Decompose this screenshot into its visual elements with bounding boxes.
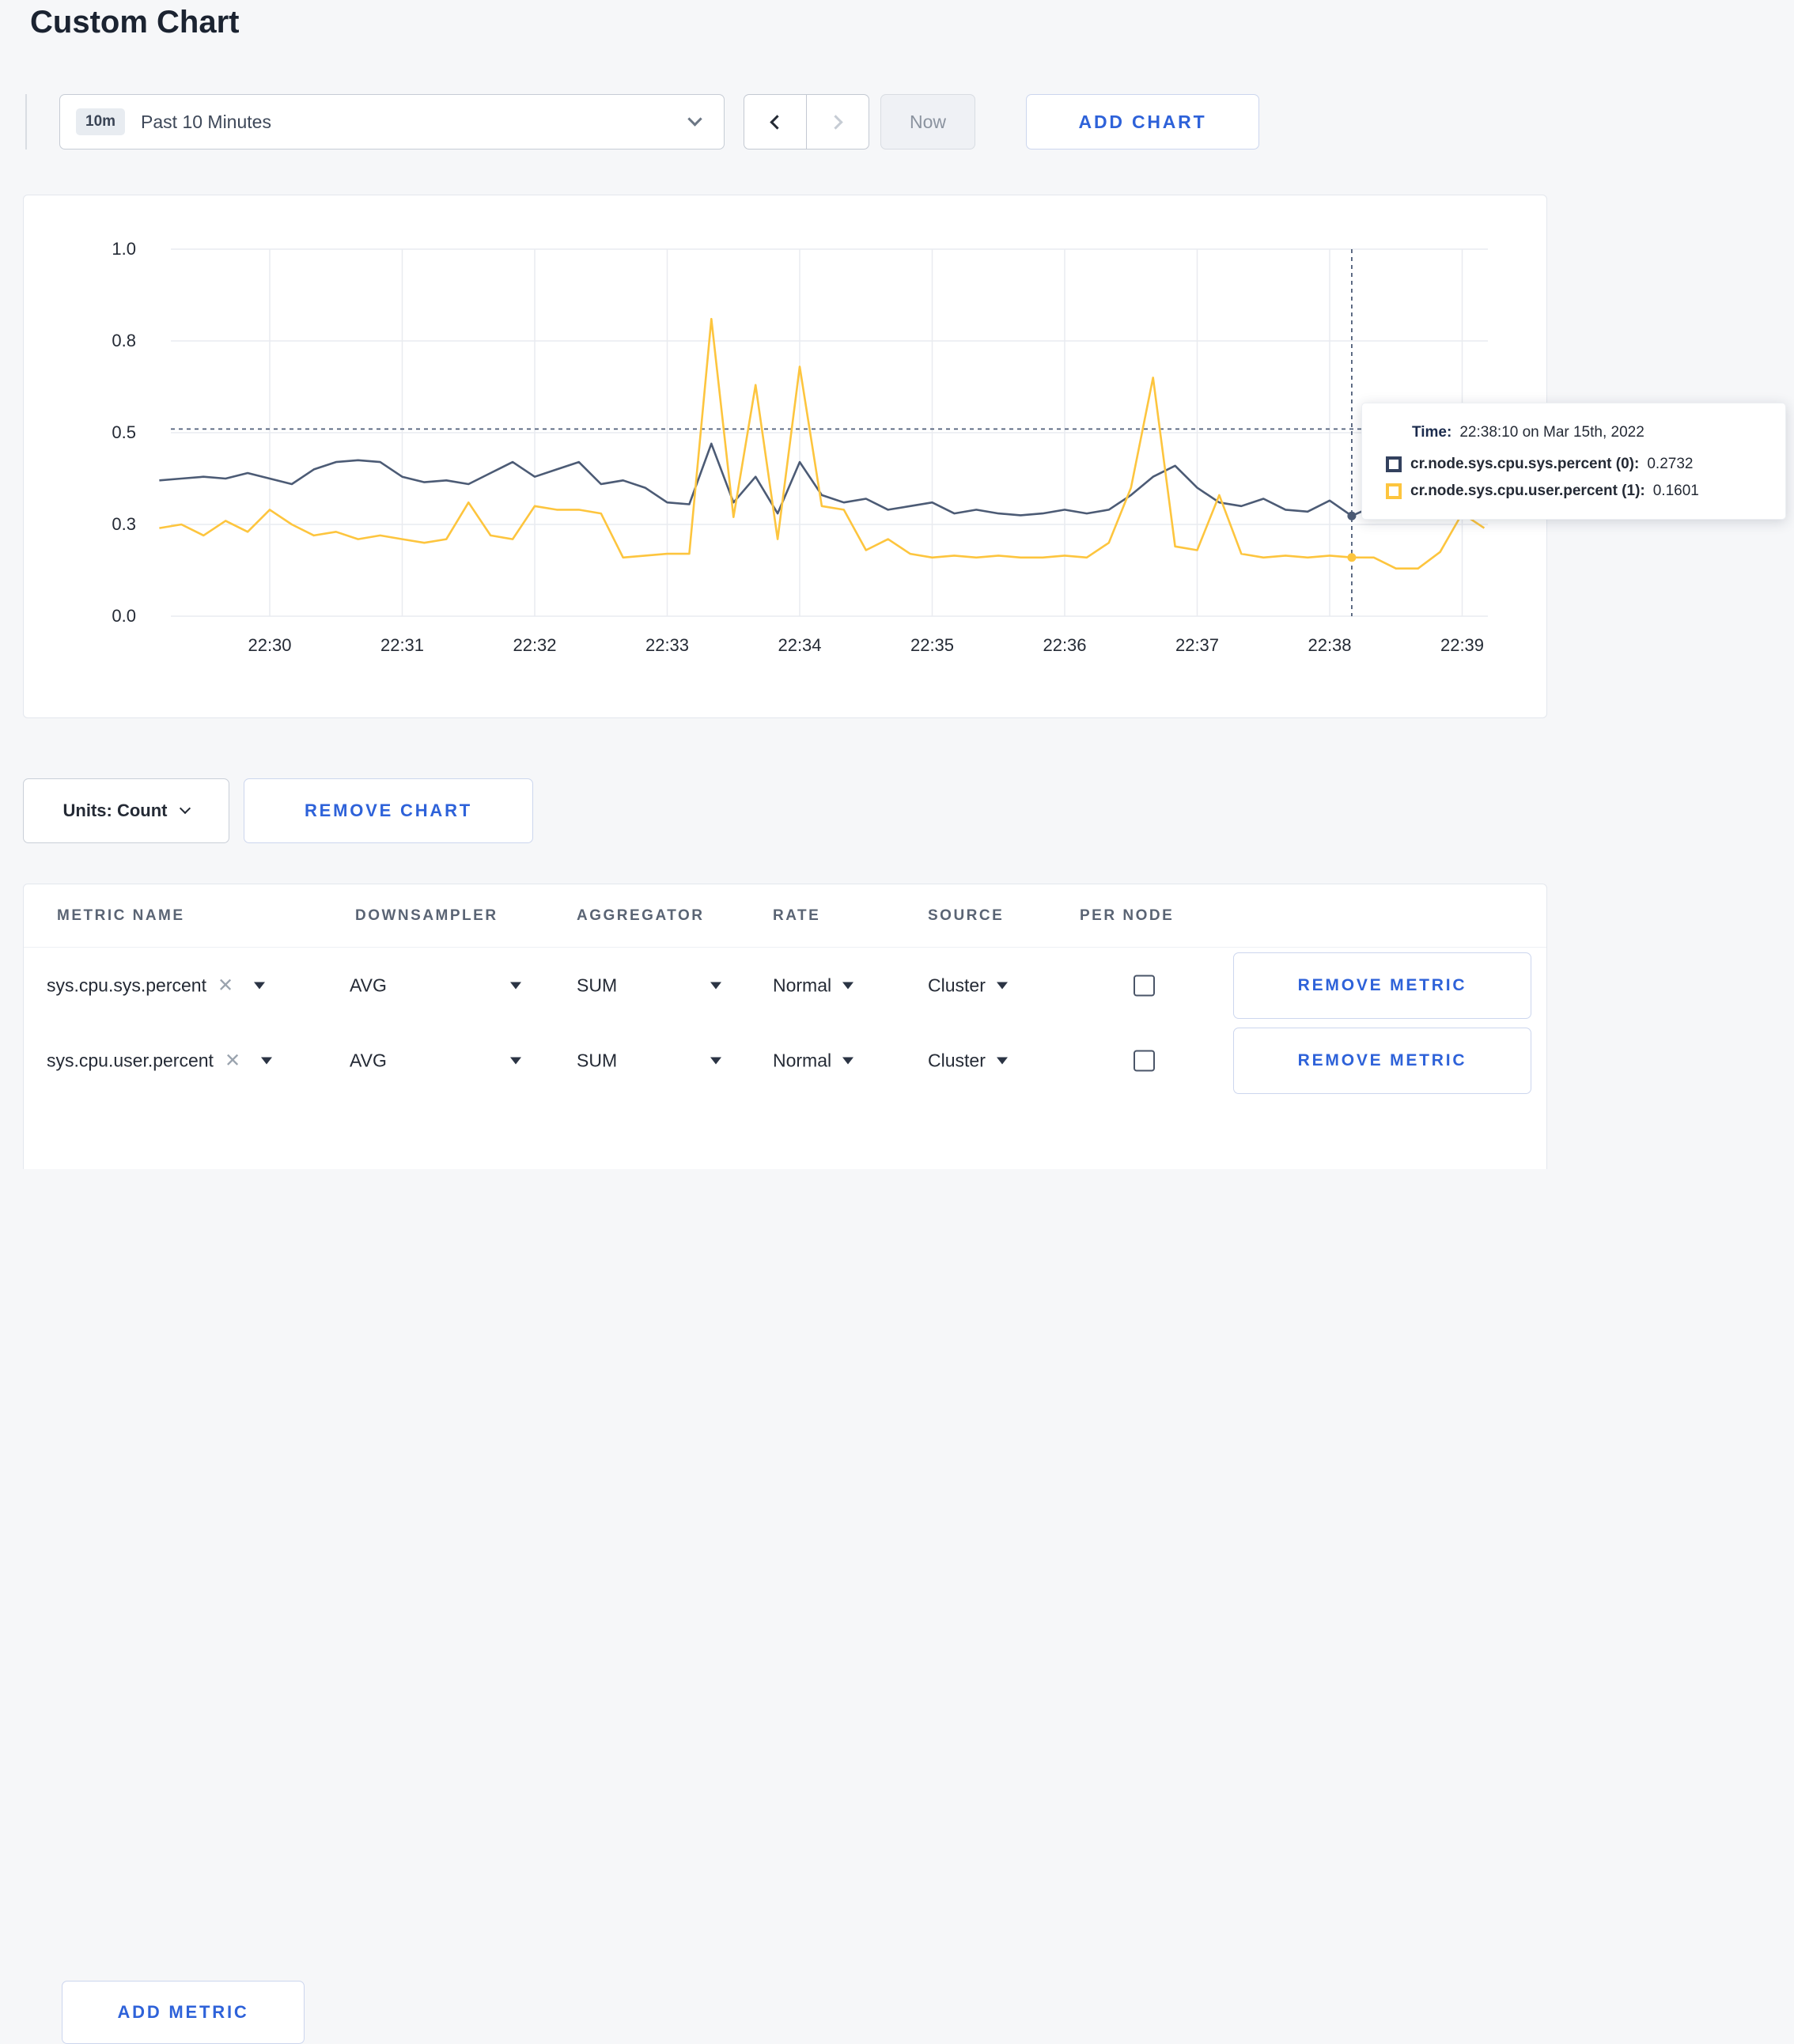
- timeframe-nav: [744, 94, 869, 150]
- tooltip-series-value: 0.1601: [1652, 483, 1699, 499]
- clear-icon[interactable]: ✕: [218, 974, 233, 997]
- metric-name-select[interactable]: sys.cpu.sys.percent ✕: [47, 974, 266, 997]
- y-axis-tick-label: 0.8: [112, 331, 136, 350]
- add-chart-button[interactable]: ADD CHART: [1026, 94, 1259, 150]
- aggregator-value: SUM: [577, 1050, 618, 1070]
- chevron-left-icon: [770, 114, 785, 130]
- per-node-checkbox[interactable]: [1134, 975, 1155, 996]
- page-title: Custom Chart: [30, 5, 240, 40]
- metric-name-select[interactable]: sys.cpu.user.percent ✕: [47, 1049, 273, 1072]
- metrics-table: METRIC NAME DOWNSAMPLER AGGREGATOR RATE …: [23, 884, 1547, 2044]
- tooltip-time-value: 22:38:10 on Mar 15th, 2022: [1459, 424, 1644, 441]
- per-node-cell: [1134, 975, 1155, 996]
- remove-metric-button[interactable]: REMOVE METRIC: [1233, 952, 1531, 1019]
- y-axis-tick-label: 0.0: [112, 606, 136, 626]
- aggregator-select[interactable]: SUM: [577, 975, 721, 996]
- downsampler-value: AVG: [350, 975, 387, 995]
- y-axis-tick-label: 0.3: [112, 514, 136, 534]
- rate-select[interactable]: Normal: [773, 1050, 854, 1071]
- prev-timeframe-button[interactable]: [744, 94, 807, 150]
- source-select[interactable]: Cluster: [928, 975, 1008, 996]
- metric-name-value: sys.cpu.sys.percent: [47, 975, 206, 995]
- add-metric-button[interactable]: ADD METRIC: [62, 1981, 305, 2044]
- rate-select[interactable]: Normal: [773, 975, 854, 996]
- series-color-swatch-user: [1386, 483, 1402, 499]
- col-header-metric-name: METRIC NAME: [57, 907, 185, 924]
- caret-down-icon: [842, 982, 854, 989]
- caret-down-icon: [510, 982, 521, 989]
- metrics-table-header: METRIC NAME DOWNSAMPLER AGGREGATOR RATE …: [24, 884, 1546, 948]
- units-label: Units: Count: [62, 801, 168, 820]
- chevron-down-icon: [180, 802, 191, 814]
- caret-down-icon: [710, 982, 721, 989]
- aggregator-select[interactable]: SUM: [577, 1050, 721, 1071]
- timeframe-label: Past 10 Minutes: [141, 111, 271, 132]
- rate-value: Normal: [773, 1050, 832, 1070]
- tooltip-time-label: Time:: [1412, 424, 1452, 441]
- series-color-swatch-sys: [1386, 456, 1402, 472]
- x-axis-tick-label: 22:30: [248, 635, 292, 655]
- remove-chart-button[interactable]: REMOVE CHART: [244, 778, 533, 843]
- next-timeframe-button[interactable]: [805, 94, 869, 150]
- x-axis-tick-label: 22:37: [1175, 635, 1220, 655]
- metric-row: sys.cpu.user.percent ✕ AVG SUM Normal Cl…: [24, 1023, 1546, 1098]
- x-axis-tick-label: 22:39: [1440, 635, 1485, 655]
- timeframe-select[interactable]: 10m Past 10 Minutes: [59, 94, 725, 150]
- caret-down-icon: [261, 1057, 273, 1064]
- caret-down-icon: [996, 982, 1008, 989]
- y-axis-tick-label: 1.0: [112, 239, 136, 259]
- caret-down-icon: [996, 1057, 1008, 1064]
- col-header-source: SOURCE: [928, 907, 1005, 924]
- rate-value: Normal: [773, 975, 832, 995]
- x-axis-tick-label: 22:36: [1043, 635, 1087, 655]
- col-header-rate: RATE: [773, 907, 821, 924]
- chart-card: 1.0 0.8 0.5 0.3 0.0 22:30 22:31 22:32 22:33 22:3…: [23, 195, 1547, 718]
- y-axis-tick-label: 0.5: [112, 422, 136, 442]
- timeframe-badge: 10m: [76, 108, 126, 135]
- source-select[interactable]: Cluster: [928, 1050, 1008, 1071]
- x-axis-tick-label: 22:38: [1308, 635, 1352, 655]
- caret-down-icon: [510, 1057, 521, 1064]
- tooltip-series-label: cr.node.sys.cpu.user.percent (1):: [1410, 483, 1645, 499]
- x-axis-tick-label: 22:31: [380, 635, 425, 655]
- per-node-cell: [1134, 1050, 1155, 1071]
- now-button[interactable]: Now: [880, 94, 975, 150]
- remove-metric-button[interactable]: REMOVE METRIC: [1233, 1027, 1531, 1094]
- x-axis-tick-label: 22:32: [513, 635, 557, 655]
- tooltip-series-label: cr.node.sys.cpu.sys.percent (0):: [1410, 456, 1640, 472]
- downsampler-value: AVG: [350, 1050, 387, 1070]
- col-header-per-node: PER NODE: [1080, 907, 1175, 924]
- metric-row: sys.cpu.sys.percent ✕ AVG SUM Normal Clu…: [24, 948, 1546, 1023]
- clear-icon[interactable]: ✕: [225, 1049, 240, 1072]
- per-node-checkbox[interactable]: [1134, 1050, 1155, 1071]
- units-select[interactable]: Units: Count: [23, 778, 229, 843]
- tooltip-series-row: cr.node.sys.cpu.user.percent (1): 0.1601: [1386, 483, 1763, 500]
- chevron-right-icon: [827, 114, 843, 130]
- col-header-aggregator: AGGREGATOR: [577, 907, 705, 924]
- toolbar-divider: [25, 94, 27, 150]
- x-axis-tick-label: 22:34: [778, 635, 822, 655]
- aggregator-value: SUM: [577, 975, 618, 995]
- metric-name-value: sys.cpu.user.percent: [47, 1050, 214, 1070]
- caret-down-icon: [710, 1057, 721, 1064]
- caret-down-icon: [254, 982, 266, 989]
- tooltip-series-value: 0.2732: [1647, 456, 1694, 472]
- tooltip-time-row: Time: 22:38:10 on Mar 15th, 2022: [1412, 424, 1763, 441]
- source-value: Cluster: [928, 1050, 986, 1070]
- x-axis-tick-label: 22:35: [910, 635, 955, 655]
- source-value: Cluster: [928, 975, 986, 995]
- col-header-downsampler: DOWNSAMPLER: [355, 907, 498, 924]
- caret-down-icon: [842, 1057, 854, 1064]
- tooltip-series-row: cr.node.sys.cpu.sys.percent (0): 0.2732: [1386, 456, 1763, 473]
- chevron-down-icon: [687, 112, 702, 127]
- downsampler-select[interactable]: AVG: [350, 975, 521, 996]
- x-axis-tick-label: 22:33: [645, 635, 690, 655]
- chart-tooltip: Time: 22:38:10 on Mar 15th, 2022 cr.node.…: [1361, 403, 1786, 520]
- downsampler-select[interactable]: AVG: [350, 1050, 521, 1071]
